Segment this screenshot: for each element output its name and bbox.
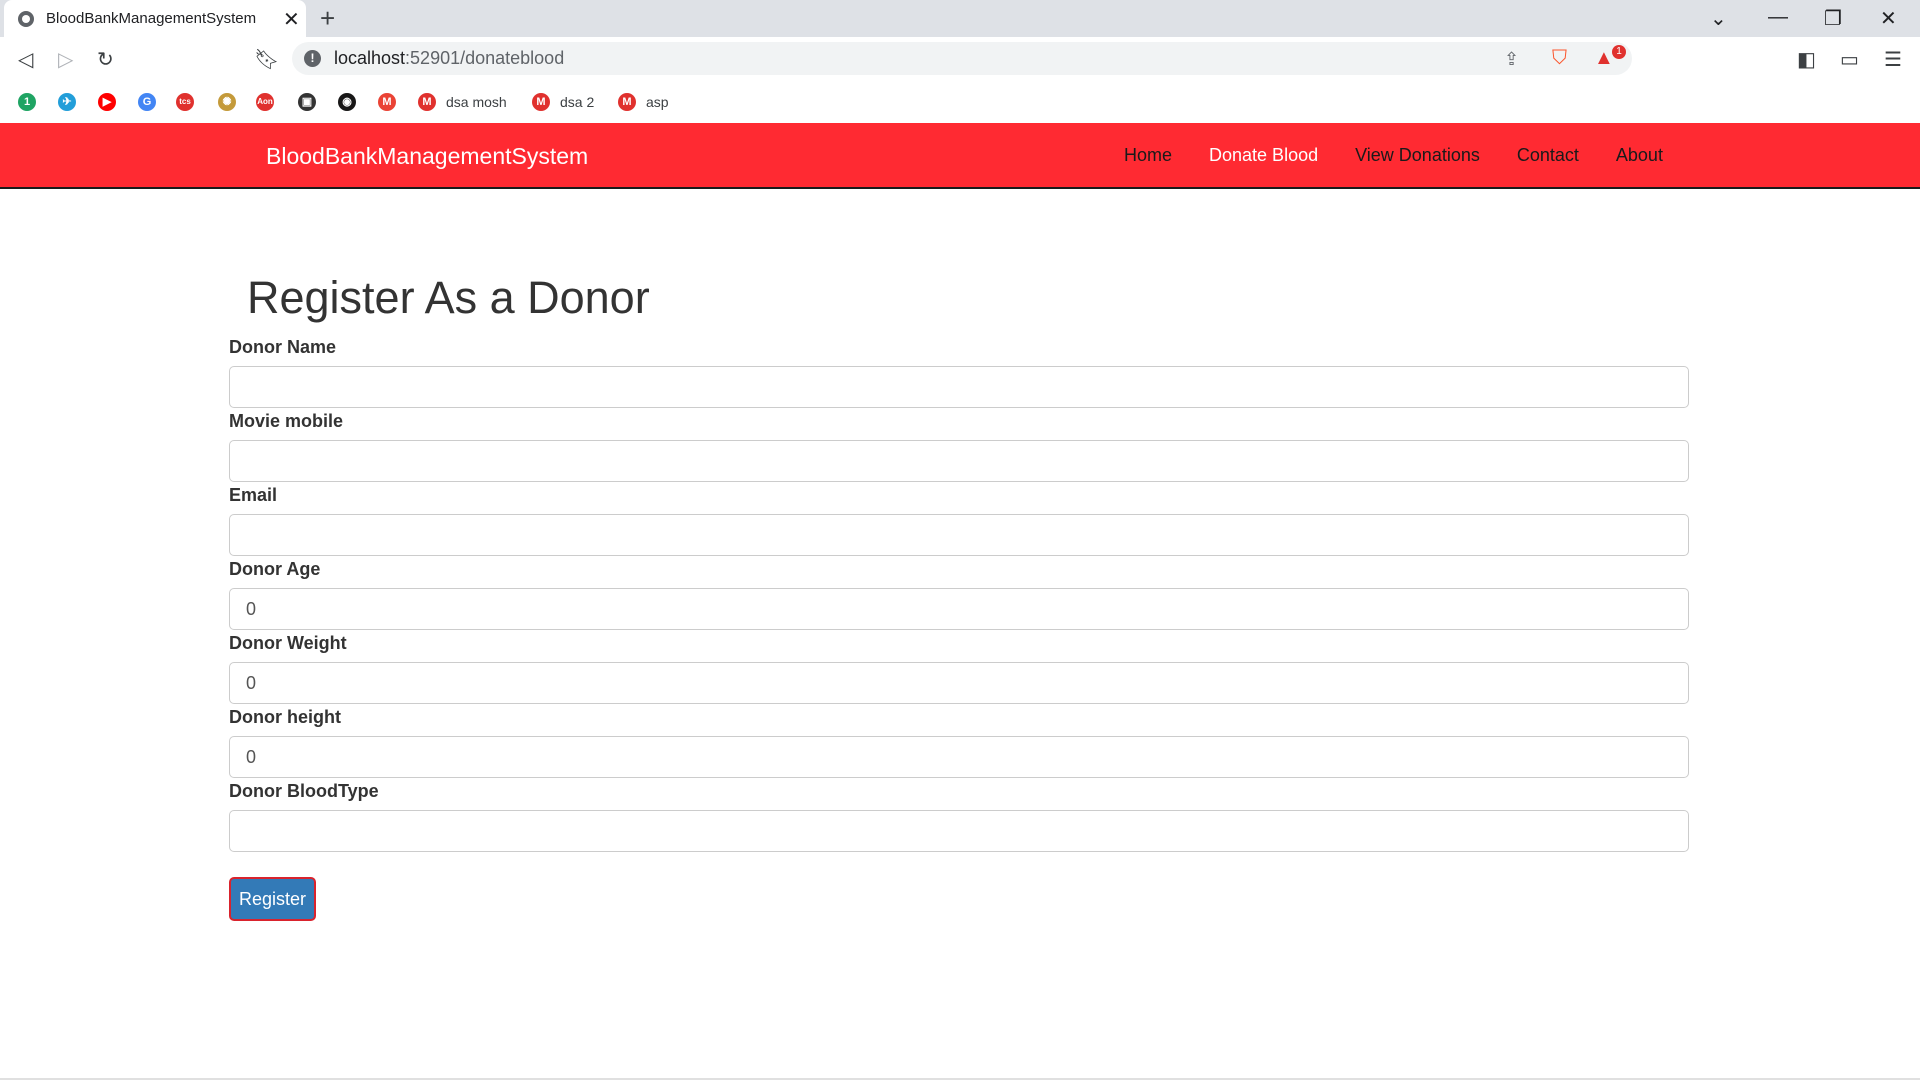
nav-home[interactable]: Home	[1124, 145, 1172, 166]
donor-name-input[interactable]	[229, 366, 1689, 408]
browser-tab[interactable]: BloodBankManagementSystem ✕	[4, 0, 306, 37]
bookmark-favicon-icon: M	[618, 93, 636, 111]
bookmark-favicon-icon: ✈	[58, 93, 76, 111]
bookmark-favicon-icon: ▣	[298, 93, 316, 111]
globe-icon	[18, 11, 34, 27]
bookmark-item[interactable]: ▣	[298, 92, 316, 112]
bookmark-icon[interactable]: 🔖︎	[254, 47, 279, 72]
bookmark-item[interactable]: tcs	[176, 92, 194, 112]
bookmark-label: dsa 2	[560, 94, 595, 110]
email-label: Email	[229, 485, 278, 505]
sidebar-icon[interactable]: ◧	[1797, 47, 1816, 72]
nav-contact[interactable]: Contact	[1517, 145, 1579, 166]
bookmark-item[interactable]: ◉	[338, 92, 356, 112]
bookmark-favicon-icon: G	[138, 93, 156, 111]
bookmarks-bar: 1 ✈ ▶ Gtcs ✺ Aon ▣ ◉ M Mdsa mosh Mdsa 2 Masp	[0, 81, 1920, 123]
url-path: :52901/donateblood	[405, 48, 565, 68]
bookmark-item[interactable]: Mdsa 2	[532, 92, 594, 112]
close-window-icon[interactable]: ✕	[1880, 6, 1897, 31]
email-input[interactable]	[229, 514, 1689, 556]
share-icon[interactable]: ⇪	[1504, 49, 1519, 70]
bookmark-favicon-icon: M	[532, 93, 550, 111]
bookmark-item[interactable]: M	[378, 92, 396, 112]
new-tab-icon[interactable]: +	[320, 3, 335, 34]
donor-height-group: Donor height 0	[229, 707, 1691, 778]
menu-icon[interactable]: ☰	[1884, 47, 1902, 72]
bookmark-favicon-icon: M	[378, 93, 396, 111]
nav-donate-blood[interactable]: Donate Blood	[1209, 145, 1318, 166]
bookmark-favicon-icon: M	[418, 93, 436, 111]
brave-shield-icon[interactable]: ⛉	[1552, 47, 1567, 70]
bookmark-item[interactable]: G	[138, 92, 156, 112]
bookmark-label: asp	[646, 94, 669, 110]
address-bar[interactable]: ! localhost:52901/donateblood ⇪	[292, 42, 1632, 75]
donor-weight-label: Donor Weight	[229, 633, 347, 653]
close-tab-icon[interactable]: ✕	[283, 7, 300, 32]
nav-links: Home Donate Blood View Donations Contact…	[1124, 145, 1663, 166]
tab-search-icon[interactable]: ⌄	[1710, 6, 1727, 31]
donor-bloodtype-label: Donor BloodType	[229, 781, 379, 801]
donor-weight-input[interactable]: 0	[229, 662, 1689, 704]
reload-icon[interactable]: ↻	[97, 47, 114, 72]
tab-title: BloodBankManagementSystem	[46, 10, 257, 27]
donor-name-label: Donor Name	[229, 337, 337, 357]
page-title: Register As a Donor	[247, 272, 650, 323]
email-group: Email	[229, 485, 1691, 556]
donor-weight-group: Donor Weight 0	[229, 633, 1691, 704]
bookmark-item[interactable]: Mdsa mosh	[418, 92, 507, 112]
register-button[interactable]: Register	[229, 877, 316, 921]
url-host: localhost	[334, 48, 406, 68]
wallet-icon[interactable]: ▭	[1840, 47, 1859, 72]
bookmark-item[interactable]: Aon	[256, 92, 274, 112]
mobile-group: Movie mobile	[229, 411, 1691, 482]
info-icon[interactable]: !	[304, 50, 321, 67]
donor-bloodtype-input[interactable]	[229, 810, 1689, 852]
bookmark-item[interactable]: ✈	[58, 92, 76, 112]
url-text[interactable]: localhost:52901/donateblood	[334, 48, 564, 69]
bookmark-favicon-icon: 1	[18, 93, 36, 111]
bookmark-item[interactable]: ✺	[218, 92, 236, 112]
minimize-icon[interactable]: —	[1768, 6, 1788, 29]
bookmark-favicon-icon: ◉	[338, 93, 356, 111]
site-brand[interactable]: BloodBankManagementSystem	[266, 143, 588, 170]
bookmark-favicon-icon: ▶	[98, 93, 116, 111]
donor-height-input[interactable]: 0	[229, 736, 1689, 778]
nav-view-donations[interactable]: View Donations	[1355, 145, 1480, 166]
rewards-badge: 1	[1612, 45, 1626, 59]
bookmark-favicon-icon: ✺	[218, 93, 236, 111]
donor-age-group: Donor Age 0	[229, 559, 1691, 630]
bookmark-label: dsa mosh	[446, 94, 507, 110]
bookmark-item[interactable]: 1	[18, 92, 36, 112]
bookmark-item[interactable]: ▶	[98, 92, 116, 112]
browser-tabstrip: BloodBankManagementSystem ✕ + ⌄ — ❐ ✕	[0, 0, 1920, 37]
bookmark-favicon-icon: Aon	[256, 93, 274, 111]
bookmark-item[interactable]: Masp	[618, 92, 669, 112]
back-icon[interactable]: ◁	[18, 47, 33, 72]
browser-toolbar: ◁ ▷ ↻ 🔖︎ ! localhost:52901/donateblood ⇪…	[0, 37, 1920, 81]
mobile-label: Movie mobile	[229, 411, 344, 431]
donor-bloodtype-group: Donor BloodType	[229, 781, 1691, 852]
donor-name-group: Donor Name	[229, 337, 1691, 408]
bookmark-favicon-icon: tcs	[176, 93, 194, 111]
nav-about[interactable]: About	[1616, 145, 1663, 166]
brave-rewards-icon[interactable]: ▲	[1594, 47, 1614, 70]
restore-icon[interactable]: ❐	[1824, 6, 1842, 31]
forward-icon[interactable]: ▷	[58, 47, 73, 72]
donor-age-label: Donor Age	[229, 559, 321, 579]
mobile-input[interactable]	[229, 440, 1689, 482]
donor-age-input[interactable]: 0	[229, 588, 1689, 630]
donor-height-label: Donor height	[229, 707, 341, 727]
site-navbar: BloodBankManagementSystem Home Donate Bl…	[0, 123, 1920, 189]
